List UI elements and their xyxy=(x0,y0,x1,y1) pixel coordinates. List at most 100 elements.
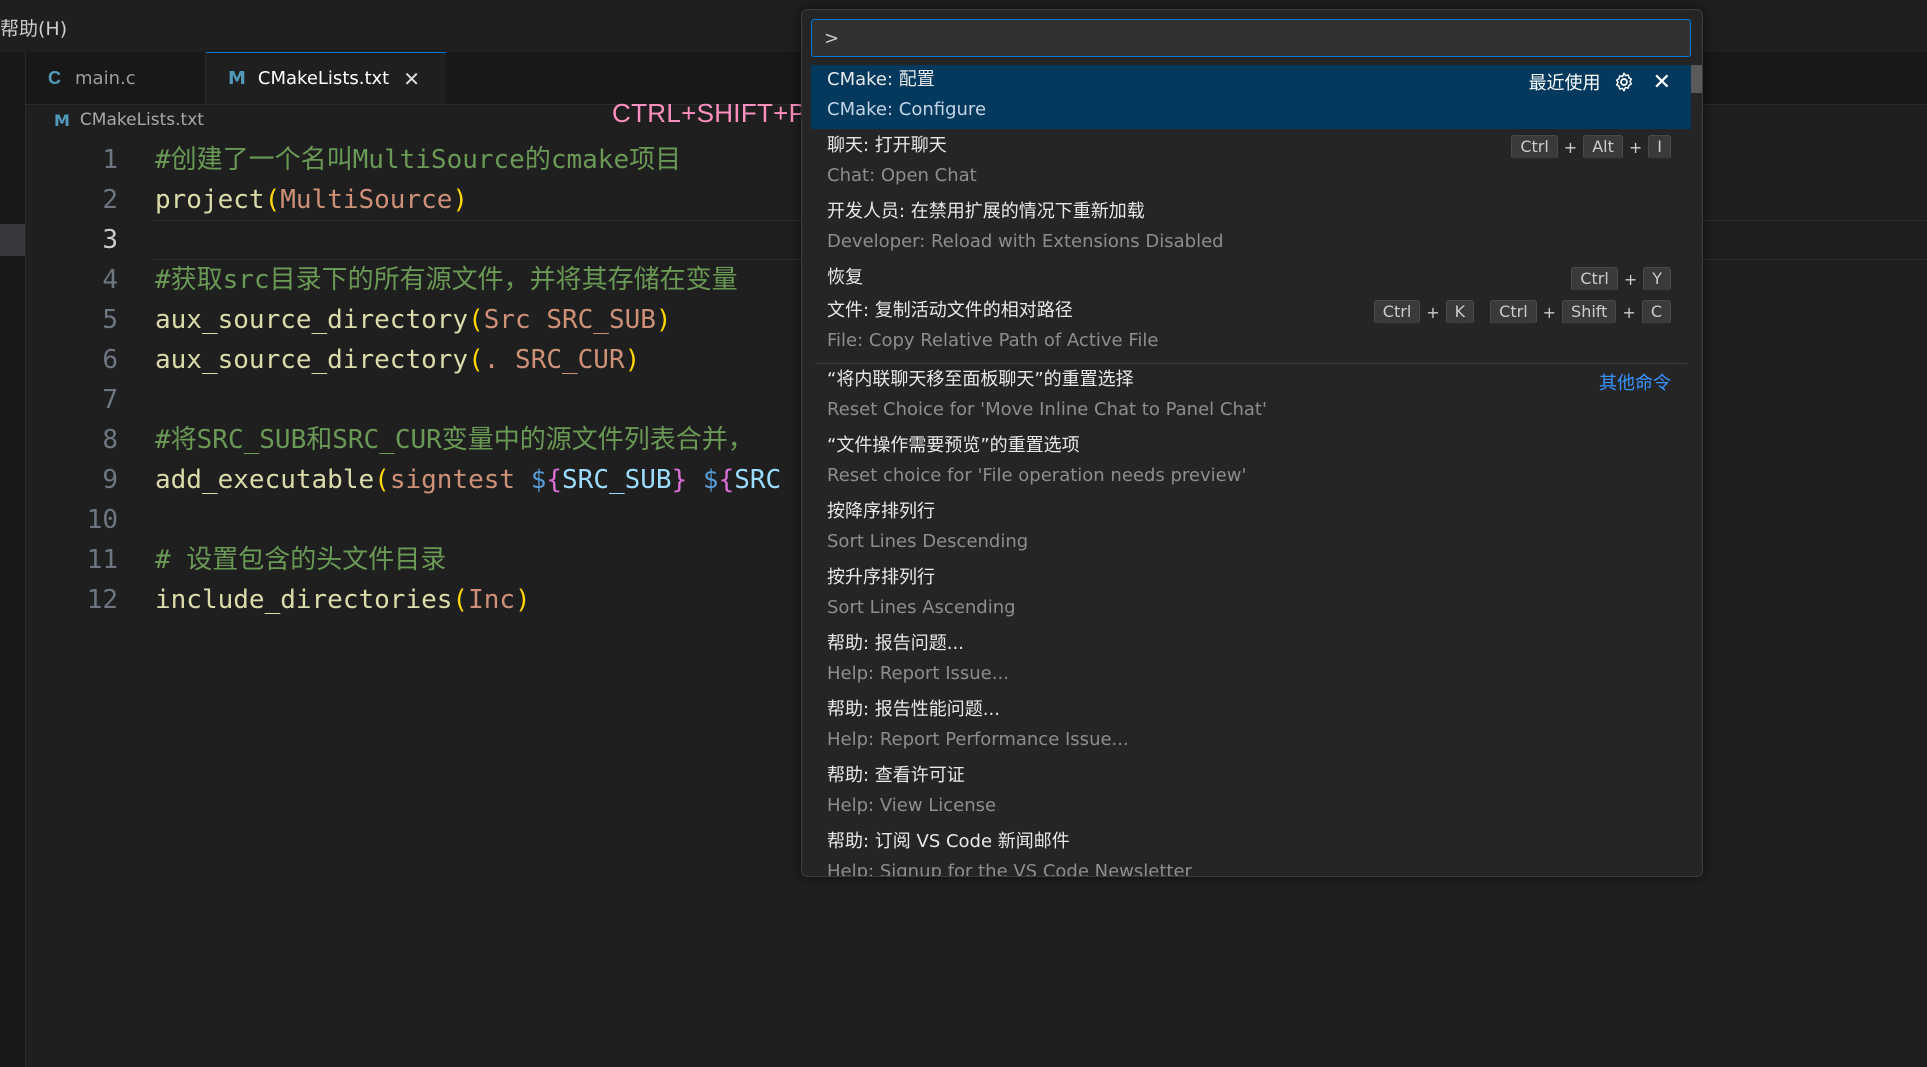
line-number: 1 xyxy=(102,145,118,175)
command-item-redo[interactable]: 恢复 Ctrl + Y xyxy=(811,263,1691,295)
line-number: 11 xyxy=(86,545,118,575)
code-function: project xyxy=(155,185,265,215)
command-label: 帮助: 订阅 VS Code 新闻邮件 xyxy=(827,831,1070,852)
menu-help[interactable]: 帮助(H) xyxy=(0,14,67,41)
tab-main-c[interactable]: C main.c xyxy=(26,52,206,104)
activity-bar-active-item[interactable] xyxy=(0,224,25,256)
key-cap: C xyxy=(1641,300,1671,324)
breadcrumb: M CMakeLists.txt xyxy=(54,110,204,130)
activity-bar xyxy=(0,52,26,1067)
command-item-sort-ascending[interactable]: 按升序排列行 Sort Lines Ascending xyxy=(811,563,1691,627)
cmake-file-icon: M xyxy=(54,110,70,130)
command-item-cmake-configure[interactable]: CMake: 配置 CMake: Configure 最近使用 ✕ xyxy=(811,65,1691,129)
tab-close-icon[interactable]: ✕ xyxy=(403,67,420,91)
code-variable: SRC xyxy=(734,465,782,495)
command-label: 恢复 xyxy=(827,267,863,288)
line-number: 6 xyxy=(102,345,118,375)
line-number: 2 xyxy=(102,185,118,215)
command-label: 按降序排列行 xyxy=(827,501,935,522)
key-plus: + xyxy=(1622,302,1636,322)
command-label: 帮助: 查看许可证 xyxy=(827,765,965,786)
command-item-view-license[interactable]: 帮助: 查看许可证 Help: View License xyxy=(811,761,1691,825)
command-detail: Help: View License xyxy=(827,795,997,816)
code-text: #将SRC_SUB和SRC_CUR变量中的源文件列表合并， xyxy=(155,420,754,460)
key-plus: + xyxy=(1542,302,1557,322)
key-plus: + xyxy=(1563,137,1578,157)
code-argument: Src SRC_SUB xyxy=(483,305,656,335)
code-paren: ( xyxy=(468,345,484,375)
line-number: 8 xyxy=(102,425,118,455)
cmake-file-icon: M xyxy=(228,68,246,89)
code-brace: { xyxy=(546,465,563,495)
code-text: aux_source_directory(. SRC_CUR) xyxy=(155,340,640,380)
command-detail: Developer: Reload with Extensions Disabl… xyxy=(827,231,1224,252)
line-number: 10 xyxy=(86,505,118,535)
gear-icon[interactable] xyxy=(1613,71,1635,93)
line-number: 5 xyxy=(102,305,118,335)
key-cap: Shift xyxy=(1562,300,1617,324)
command-detail: Chat: Open Chat xyxy=(827,165,977,186)
palette-scrollbar[interactable] xyxy=(1690,65,1702,93)
command-label: “将内联聊天移至面板聊天”的重置选择 xyxy=(827,369,1134,390)
code-function: include_directories xyxy=(155,585,453,615)
command-detail: Reset choice for 'File operation needs p… xyxy=(827,465,1247,486)
code-text: project(MultiSource) xyxy=(155,180,468,220)
close-icon[interactable]: ✕ xyxy=(1653,70,1671,95)
command-palette-input[interactable] xyxy=(811,19,1691,57)
code-comment: #将SRC_SUB和SRC_CUR变量中的源文件列表合并， xyxy=(155,425,754,455)
keybinding: Ctrl + K Ctrl + Shift + C xyxy=(1373,300,1671,324)
command-detail: Help: Report Issue... xyxy=(827,663,1009,684)
other-commands-label: 其他命令 xyxy=(1599,373,1671,394)
command-detail: Help: Report Performance Issue... xyxy=(827,729,1129,750)
key-plus: + xyxy=(1426,302,1440,322)
tab-label: main.c xyxy=(75,67,136,89)
breadcrumb-item[interactable]: CMakeLists.txt xyxy=(80,110,204,130)
code-text: include_directories(Inc) xyxy=(155,580,531,620)
keybinding: Ctrl + Alt + I xyxy=(1511,135,1671,159)
key-cap: K xyxy=(1445,300,1475,324)
command-item-newsletter[interactable]: 帮助: 订阅 VS Code 新闻邮件 Help: Signup for the… xyxy=(811,827,1691,876)
recently-used-label: 最近使用 xyxy=(1528,73,1601,94)
code-variable: SRC_SUB xyxy=(562,465,672,495)
command-item-sort-descending[interactable]: 按降序排列行 Sort Lines Descending xyxy=(811,497,1691,561)
key-cap: I xyxy=(1648,135,1671,159)
tab-cmakelists[interactable]: M CMakeLists.txt ✕ xyxy=(206,52,446,104)
command-detail: File: Copy Relative Path of Active File xyxy=(827,330,1159,351)
code-brace: { xyxy=(718,465,735,495)
code-argument: Inc xyxy=(468,585,516,615)
list-separator xyxy=(815,363,1687,364)
command-item-report-issue[interactable]: 帮助: 报告问题... Help: Report Issue... xyxy=(811,629,1691,693)
key-cap: Ctrl xyxy=(1490,300,1537,324)
command-detail: Reset Choice for 'Move Inline Chat to Pa… xyxy=(827,399,1267,420)
command-item-reset-file-preview-choice[interactable]: “文件操作需要预览”的重置选项 Reset choice for 'File o… xyxy=(811,431,1691,495)
command-palette: CMake: 配置 CMake: Configure 最近使用 ✕ 聊天: 打开… xyxy=(801,9,1703,877)
code-dollar: $ xyxy=(702,465,719,495)
code-paren: ) xyxy=(655,305,672,335)
command-actions: 最近使用 ✕ xyxy=(1529,69,1671,95)
key-cap: Ctrl xyxy=(1571,267,1618,291)
code-text: # 设置包含的头文件目录 xyxy=(155,540,446,580)
code-paren: ( xyxy=(452,585,469,615)
code-function: aux_source_directory xyxy=(155,345,469,375)
key-cap: Alt xyxy=(1583,135,1623,159)
command-detail: Sort Lines Ascending xyxy=(827,597,1016,618)
code-dollar: $ xyxy=(530,465,547,495)
code-comment: #获取src目录下的所有源文件，并将其存储在变量 xyxy=(155,265,738,295)
key-cap: Ctrl xyxy=(1373,300,1421,324)
code-brace: } xyxy=(671,465,688,495)
command-label: 帮助: 报告问题... xyxy=(827,633,964,654)
command-item-open-chat[interactable]: 聊天: 打开聊天 Chat: Open Chat Ctrl + Alt + I xyxy=(811,131,1691,195)
command-item-reset-inline-chat-choice[interactable]: “将内联聊天移至面板聊天”的重置选择 Reset Choice for 'Mov… xyxy=(811,365,1691,429)
code-argument: MultiSource xyxy=(280,185,453,215)
key-cap: Y xyxy=(1643,267,1671,291)
code-argument: signtest xyxy=(389,465,531,495)
command-detail: CMake: Configure xyxy=(827,99,987,120)
command-item-reload-without-extensions[interactable]: 开发人员: 在禁用扩展的情况下重新加载 Developer: Reload wi… xyxy=(811,197,1691,261)
command-item-report-performance-issue[interactable]: 帮助: 报告性能问题... Help: Report Performance I… xyxy=(811,695,1691,759)
command-label: 按升序排列行 xyxy=(827,567,935,588)
line-number: 4 xyxy=(102,265,118,295)
line-number: 12 xyxy=(86,585,118,615)
command-item-copy-relative-path[interactable]: 文件: 复制活动文件的相对路径 File: Copy Relative Path… xyxy=(811,296,1691,360)
group-label: 其他命令 xyxy=(1599,369,1671,395)
